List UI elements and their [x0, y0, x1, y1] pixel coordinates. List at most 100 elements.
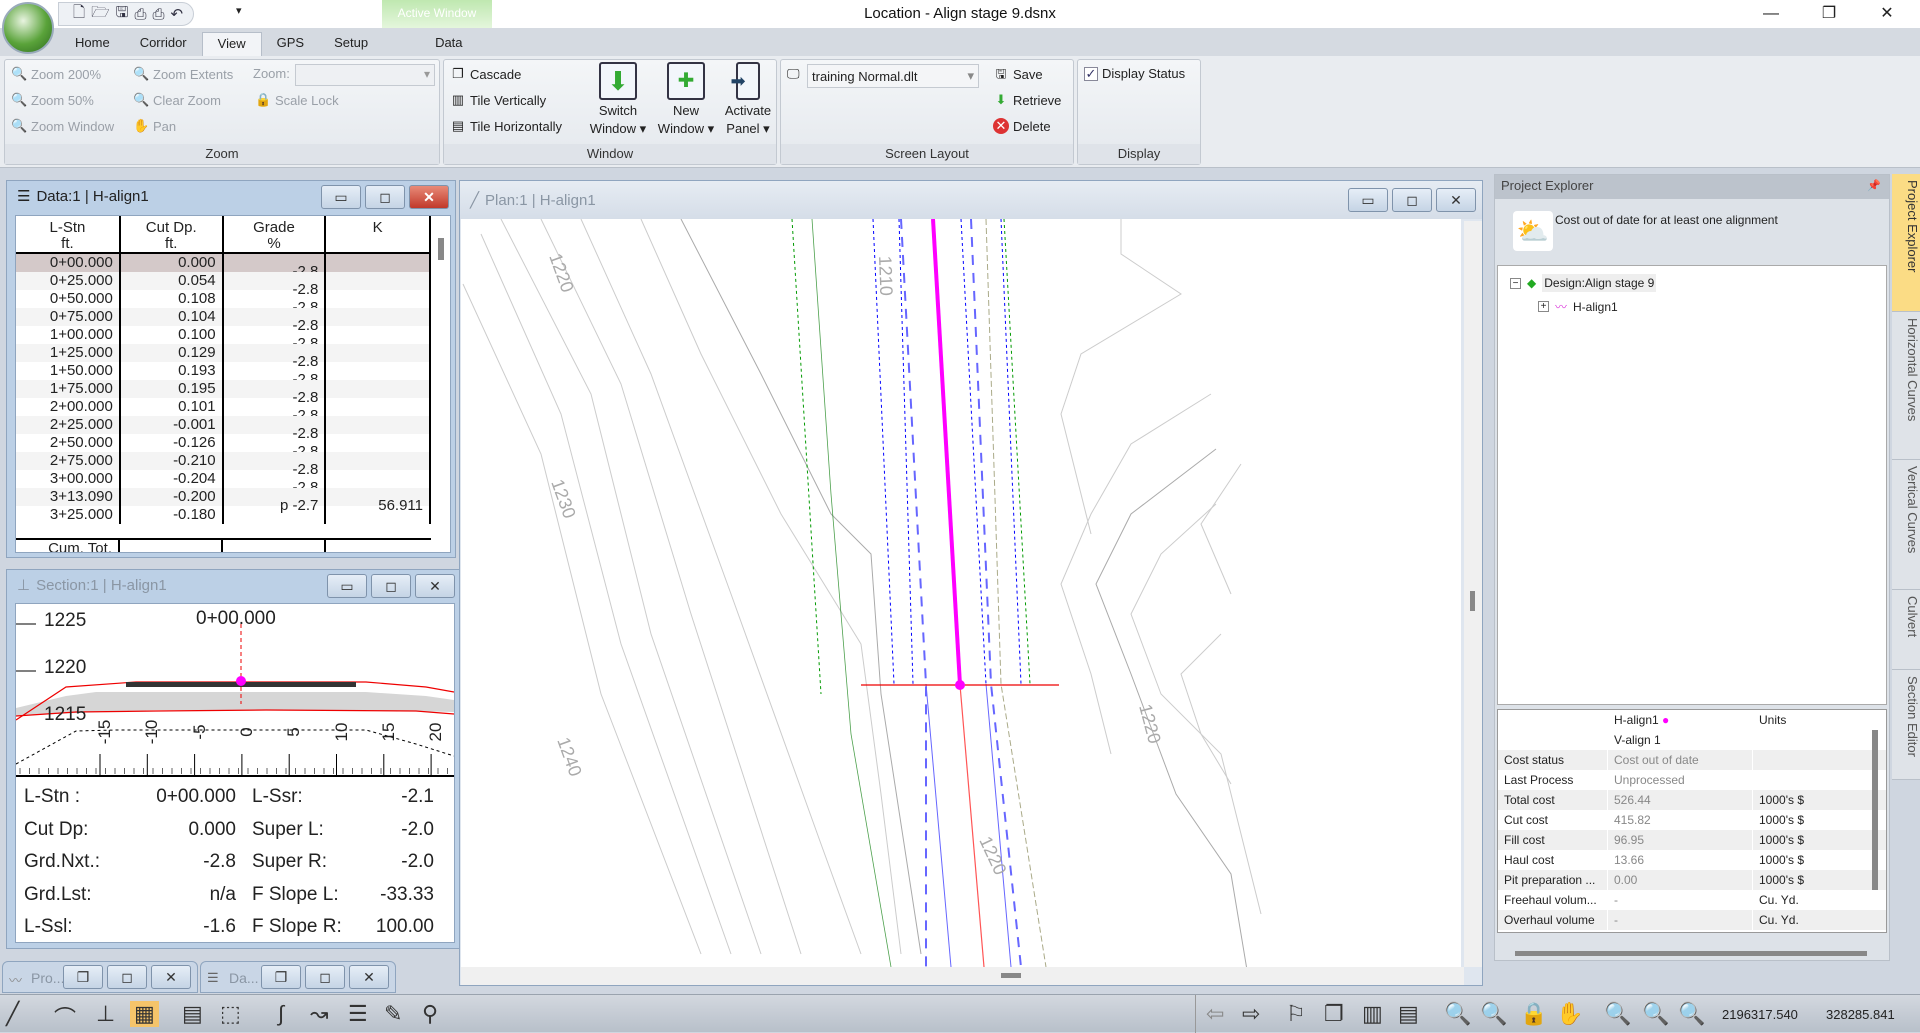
station-cell[interactable]: 3+25.000 [16, 506, 121, 524]
k-cell[interactable]: 56.911 [325, 488, 431, 514]
grade-cell[interactable]: -2.8 [222, 470, 327, 496]
cut-depth-cell[interactable]: 0.129 [119, 344, 224, 362]
zoom-extents-button[interactable]: 🔍 Zoom Extents [133, 66, 233, 82]
side-tab[interactable]: Section Editor [1892, 670, 1920, 780]
maximize-button[interactable]: ◻ [305, 965, 345, 989]
close-button[interactable]: ✕ [1436, 188, 1476, 212]
maximize-button[interactable]: ◻ [107, 965, 147, 989]
scrollbar-thumb[interactable] [1872, 730, 1878, 890]
app-menu-button[interactable] [2, 2, 54, 54]
cascade-button[interactable]: ❐ Cascade [450, 66, 521, 82]
cut-depth-cell[interactable]: 0.054 [119, 272, 224, 290]
cut-depth-cell[interactable]: -0.210 [119, 452, 224, 470]
horizontal-scrollbar[interactable] [1515, 951, 1867, 956]
minimize-button[interactable]: ▭ [1348, 188, 1388, 212]
minimized-profile-window[interactable]: 〰 Pro... ❐ ◻ ✕ [2, 961, 198, 993]
close-button[interactable]: ✕ [409, 185, 449, 209]
grade-cell[interactable]: -2.8 [222, 344, 327, 370]
grade-cell[interactable]: -2.8 [222, 452, 327, 478]
maximize-button[interactable]: ◻ [371, 574, 411, 598]
grade-cell[interactable]: -2.8 [222, 434, 327, 460]
tab-home[interactable]: Home [60, 32, 125, 56]
activate-panel-button[interactable]: ➡ Activate Panel ▾ [718, 62, 778, 138]
horizontal-scrollbar[interactable] [461, 967, 1464, 985]
zoom-50-button[interactable]: 🔍 Zoom 50% [11, 92, 94, 108]
station-cell[interactable]: 2+50.000 [16, 434, 121, 452]
restore-button[interactable]: ❐ [1806, 2, 1852, 26]
table-row[interactable]: 0+00.0000.000-2.8 [16, 253, 431, 280]
grade-cell[interactable] [222, 506, 327, 524]
edit-tool-icon[interactable]: ✎ [384, 1001, 402, 1027]
table-row[interactable]: 3+25.000 -0.180 [16, 506, 431, 524]
pin-icon[interactable]: 📌 [1867, 179, 1881, 192]
forward-arrow-icon[interactable]: ⇨ [1242, 1001, 1260, 1027]
k-cell[interactable] [325, 380, 431, 398]
col-header[interactable]: Grade% [222, 216, 327, 254]
tab-setup[interactable]: Setup [319, 32, 383, 56]
layers-tool-icon[interactable]: ☰ [348, 1001, 368, 1027]
table-row[interactable]: 2+25.000 -0.001 -2.8 [16, 416, 431, 442]
tree-tool-icon[interactable]: ⚲ [422, 1001, 438, 1027]
station-cell[interactable]: 1+25.000 [16, 344, 121, 362]
zoom-extents-icon[interactable]: 🔍 [1480, 1001, 1507, 1027]
grade-cell[interactable]: -2.8 [222, 398, 327, 424]
vertical-scrollbar[interactable] [1464, 221, 1482, 967]
station-cell[interactable]: 3+00.000 [16, 470, 121, 488]
report-tool-icon[interactable]: ▤ [182, 1001, 203, 1027]
property-row[interactable]: Cost status Cost out of date [1498, 750, 1886, 770]
tree-item-design[interactable]: − ◆ Design:Align stage 9 [1510, 274, 1657, 292]
tab-gps[interactable]: GPS [262, 32, 319, 56]
station-cell[interactable]: 0+50.000 [16, 290, 121, 308]
station-cell[interactable]: 2+00.000 [16, 398, 121, 416]
zoom-in-icon[interactable]: 🔍 [1604, 1001, 1631, 1027]
pan-button[interactable]: ✋ Pan [133, 118, 176, 134]
k-cell[interactable] [325, 272, 431, 290]
cut-depth-cell[interactable]: 0.193 [119, 362, 224, 380]
cut-depth-cell[interactable]: 0.000 [119, 253, 224, 272]
tile-horizontally-button[interactable]: ▤ Tile Horizontally [450, 118, 562, 134]
property-row[interactable]: Last Process Unprocessed [1498, 770, 1886, 790]
property-row[interactable]: Haul cost 13.66 1000's $ [1498, 850, 1886, 870]
minimize-button[interactable]: ▭ [321, 185, 361, 209]
cut-depth-cell[interactable]: 0.195 [119, 380, 224, 398]
k-cell[interactable] [325, 506, 431, 524]
property-row[interactable]: Endhaul volume-Cu. Yd. [1498, 930, 1886, 932]
collapse-icon[interactable]: − [1510, 277, 1521, 289]
table-row[interactable]: 0+75.000 0.104 -2.8 [16, 308, 431, 334]
minimize-button[interactable]: ▭ [327, 574, 367, 598]
table-row[interactable]: 1+75.000 0.195 -2.8 [16, 380, 431, 406]
tile-vertically-button[interactable]: ▥ Tile Vertically [450, 92, 546, 108]
horizontal-alignment-tool-icon[interactable]: ╱ [6, 1001, 19, 1027]
profile-tool-icon[interactable]: ⌒ [54, 1001, 76, 1033]
table-row[interactable]: 1+50.0000.193-2.8 [16, 362, 431, 388]
k-cell[interactable] [325, 344, 431, 362]
k-cell[interactable] [325, 416, 431, 434]
k-cell[interactable] [325, 362, 431, 380]
side-tab[interactable]: Vertical Curves [1892, 460, 1920, 590]
cut-depth-cell[interactable]: -0.126 [119, 434, 224, 452]
table-row[interactable]: 1+25.000 0.129 -2.8 [16, 344, 431, 370]
property-row[interactable]: Overhaul volume - Cu. Yd. [1498, 910, 1886, 930]
tab-corridor[interactable]: Corridor [125, 32, 202, 56]
display-status-checkbox[interactable]: ✓ Display Status [1084, 66, 1185, 81]
lock-icon[interactable]: 🔒 [1520, 1001, 1547, 1027]
grade-cell[interactable]: p -2.7 [222, 488, 327, 514]
scrollbar-thumb[interactable] [1470, 591, 1475, 611]
flag-icon[interactable]: ⚐ [1286, 1001, 1306, 1027]
tab-view[interactable]: View [201, 32, 262, 56]
table-row[interactable]: 0+25.000 0.054 -2.8 [16, 272, 431, 298]
k-cell[interactable] [325, 290, 431, 308]
zoom-200-button[interactable]: 🔍 Zoom 200% [11, 66, 101, 82]
restore-button[interactable]: ❐ [63, 965, 103, 989]
station-cell[interactable]: 2+25.000 [16, 416, 121, 434]
k-cell[interactable] [325, 253, 431, 272]
tab-data[interactable]: Data [405, 32, 492, 56]
maximize-button[interactable]: ◻ [365, 185, 405, 209]
layout-dropdown[interactable]: training Normal.dlt ▾ [807, 64, 979, 88]
side-tab[interactable]: Culvert [1892, 590, 1920, 670]
section-view[interactable]: 1225 1220 1215 0+00.000 -15 -10 -5 0 5 10 15 20… [15, 603, 455, 943]
back-arrow-icon[interactable]: ⇦ [1206, 1001, 1224, 1027]
property-row[interactable]: Fill cost 96.95 1000's $ [1498, 830, 1886, 850]
station-cell[interactable]: 1+00.000 [16, 326, 121, 344]
cascade-icon[interactable]: ❐ [1324, 1001, 1344, 1027]
